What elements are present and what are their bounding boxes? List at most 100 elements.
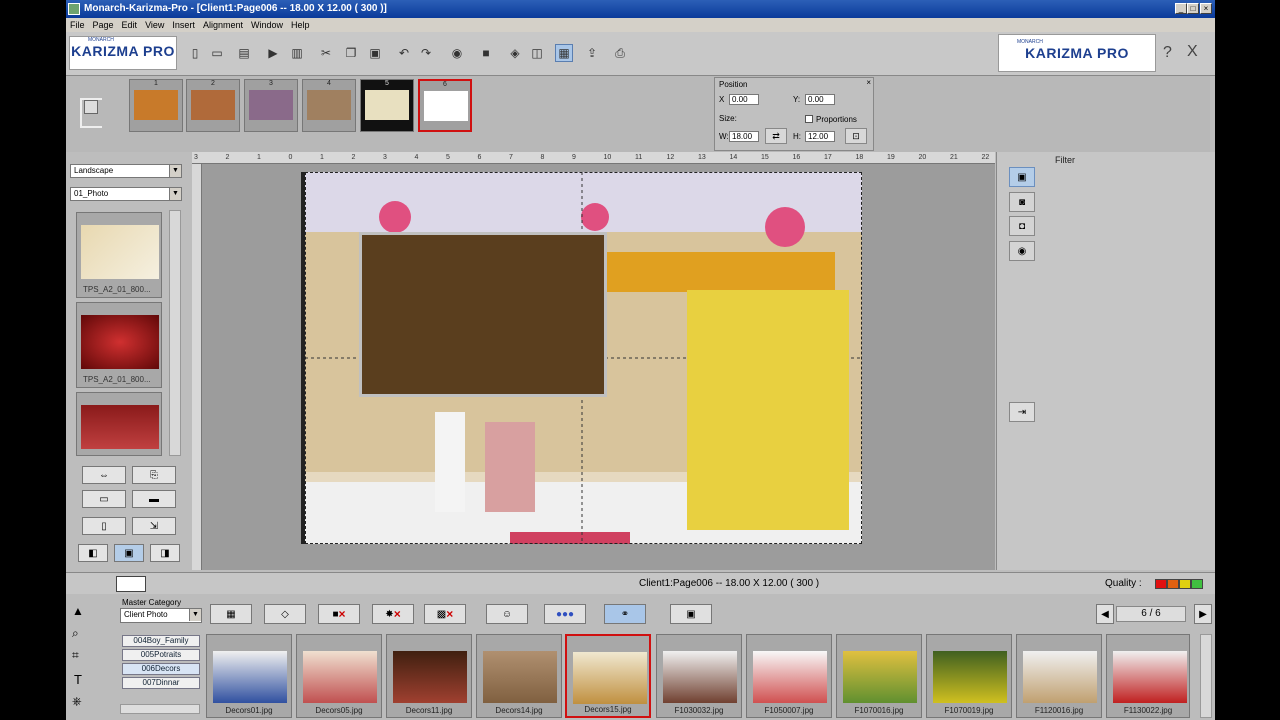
portrait-tool-button[interactable]: ☺ [486,604,528,624]
redo-icon[interactable]: ↷ [417,44,435,62]
category-007dinnar[interactable]: 007Dinnar [122,677,200,689]
paste-icon[interactable]: ▣ [366,44,384,62]
library-item[interactable]: Decors05.jpg [296,634,382,718]
page-thumb-6[interactable]: 6 [418,79,472,132]
close-window-button[interactable]: × [1200,3,1212,14]
next-page-button[interactable]: ▶ [1194,604,1212,624]
export-icon[interactable]: ⇪ [583,44,601,62]
close-app-button[interactable]: X [1187,43,1198,61]
template-thumb-3[interactable] [76,392,162,456]
height-field[interactable] [805,131,835,142]
category-select[interactable]: 01_Photo ▼ [70,187,182,201]
magnify-icon[interactable]: ⌕ [72,626,79,641]
template-scrollbar[interactable] [169,210,181,456]
library-item[interactable]: F1030032.jpg [656,634,742,718]
apply-size-button[interactable]: ⊡ [845,128,867,144]
cut-icon[interactable]: ✂ [317,44,335,62]
burst-tool-button[interactable]: ✸ × [372,604,414,624]
open-icon[interactable]: ▭ [208,44,226,62]
x-field[interactable] [729,94,759,105]
filter-1-button[interactable]: ▣ [1009,167,1035,187]
library-item[interactable]: Decors01.jpg [206,634,292,718]
filter-2-button[interactable]: ◙ [1009,192,1035,212]
template-tool-6-button[interactable]: ⇲ [132,517,176,535]
prev-page-button[interactable]: ◀ [1096,604,1114,624]
split-icon[interactable]: ◫ [528,44,546,62]
y-field[interactable] [805,94,835,105]
category-scrollbar[interactable] [120,704,200,714]
template-tool-3-button[interactable]: ▭ [82,490,126,508]
library-item[interactable]: F1130022.jpg [1106,634,1190,718]
image-tool-button[interactable]: ▩ × [424,604,466,624]
monitor-icon[interactable]: ■ [477,44,495,62]
filter-apply-button[interactable]: ⇥ [1009,402,1035,422]
layout-icon[interactable]: ▦ [555,44,573,62]
menu-page[interactable]: Page [89,18,118,32]
mountain-icon[interactable]: ▲ [72,604,84,618]
library-scrollbar[interactable] [1200,634,1212,718]
library-item[interactable]: F1120016.jpg [1016,634,1102,718]
new-icon[interactable]: ▯ [186,44,204,62]
template-thumb-2[interactable]: TPS_A2_01_800... [76,302,162,388]
category-004boy-family[interactable]: 004Boy_Family [122,635,200,647]
orientation-select[interactable]: Landscape ▼ [70,164,182,178]
layout-left-button[interactable]: ◧ [78,544,108,562]
menu-file[interactable]: File [66,18,89,32]
library-item-selected[interactable]: Decors15.jpg [565,634,651,718]
undo-icon[interactable]: ↶ [395,44,413,62]
align-center-icon[interactable]: ◈ [506,44,524,62]
minimize-button[interactable]: _ [1175,3,1187,14]
menu-view[interactable]: View [141,18,168,32]
menu-help[interactable]: Help [287,18,314,32]
help-button[interactable]: ? [1163,44,1172,62]
proportions-checkbox[interactable] [805,115,813,123]
library-item[interactable]: F1070019.jpg [926,634,1012,718]
template-tool-2-button[interactable]: ⎘ [132,466,176,484]
print-icon[interactable]: ⎙ [611,44,629,62]
library-item[interactable]: Decors14.jpg [476,634,562,718]
swap-dimensions-button[interactable]: ⇄ [765,128,787,144]
frame-tool-button[interactable]: ◇ [264,604,306,624]
ruler-tick: 1 [257,154,261,161]
library-item[interactable]: Decors11.jpg [386,634,472,718]
link-tool-button[interactable]: ⚭ [604,604,646,624]
filter-4-button[interactable]: ◉ [1009,241,1035,261]
layout-center-button[interactable]: ▣ [114,544,144,562]
template-tool-4-button[interactable]: ▬ [132,490,176,508]
text-icon[interactable]: T [74,672,82,687]
camera-icon[interactable]: ◉ [448,44,466,62]
photo-import-button[interactable]: ▦ [210,604,252,624]
library-item[interactable]: F1070016.jpg [836,634,922,718]
library-item[interactable]: F1050007.jpg [746,634,832,718]
menu-insert[interactable]: Insert [168,18,199,32]
album-page[interactable] [305,172,862,544]
master-category-select[interactable]: Client Photo ▼ [120,608,202,623]
stamp-icon[interactable]: ⎈ [72,694,82,709]
save-icon[interactable]: ▤ [235,44,253,62]
category-006decors[interactable]: 006Decors [122,663,200,675]
page-thumb-1[interactable]: 1 [129,79,183,132]
category-005potraits[interactable]: 005Potraits [122,649,200,661]
filter-3-button[interactable]: ◘ [1009,216,1035,236]
maximize-button[interactable]: □ [1187,3,1199,14]
menu-edit[interactable]: Edit [118,18,142,32]
template-thumb-1[interactable]: TPS_A2_01_800... [76,212,162,298]
page-thumb-3[interactable]: 3 [244,79,298,132]
film-icon[interactable]: ▥ [288,44,306,62]
copy-icon[interactable]: ❐ [342,44,360,62]
page-thumb-2[interactable]: 2 [186,79,240,132]
template-tool-1-button[interactable]: ⇔ [82,466,126,484]
close-icon[interactable]: × [866,78,871,87]
layout-right-button[interactable]: ◨ [150,544,180,562]
template-tool-5-button[interactable]: ▯ [82,517,126,535]
play-icon[interactable]: ▶ [264,44,282,62]
width-field[interactable] [729,131,759,142]
album-tool-button[interactable]: ▣ [670,604,712,624]
page-thumb-5[interactable]: 5 [360,79,414,132]
crop-icon[interactable]: ⌗ [72,648,79,663]
color-dots-button[interactable]: ●●● [544,604,586,624]
page-thumb-4[interactable]: 4 [302,79,356,132]
menu-window[interactable]: Window [247,18,287,32]
menu-alignment[interactable]: Alignment [199,18,247,32]
mask-tool-button[interactable]: ■ × [318,604,360,624]
